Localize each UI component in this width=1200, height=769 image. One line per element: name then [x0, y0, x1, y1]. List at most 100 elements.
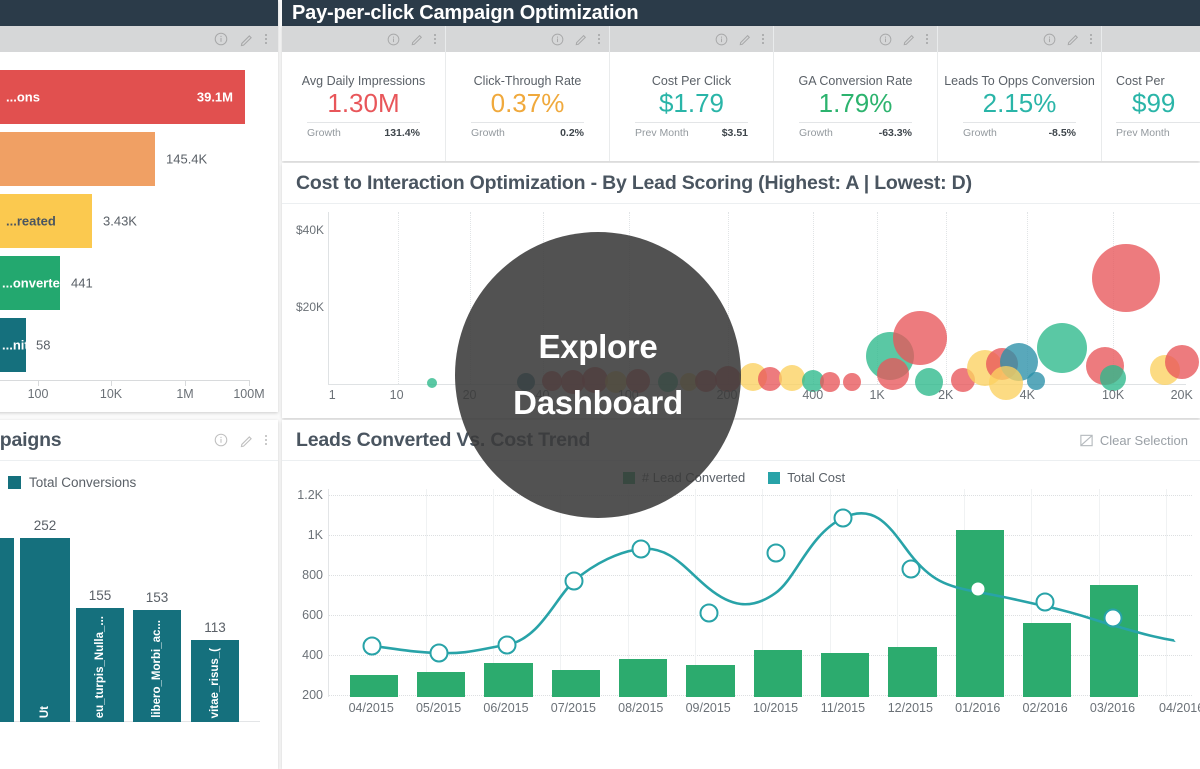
kpi-card-click-through-rate[interactable]: Click-Through Rate 0.37% Growth 0.2% — [446, 26, 610, 161]
pencil-icon[interactable] — [410, 32, 424, 46]
y-tick: 600 — [302, 608, 323, 622]
trend-chart-panel: Leads Converted Vs. Cost Trend Clear Sel… — [282, 420, 1200, 769]
x-tick: 1 — [328, 388, 336, 402]
info-icon[interactable] — [715, 33, 728, 46]
trend-panel-header: Leads Converted Vs. Cost Trend Clear Sel… — [282, 420, 1200, 461]
y-tick: 200 — [302, 688, 323, 702]
kpi-value: 0.37% — [490, 88, 565, 118]
kpi-label: Cost Per — [1116, 74, 1165, 88]
funnel-panel: ...ons 39.1M 145.4K ...reated 3.43K ...o… — [0, 0, 278, 412]
trend-point[interactable] — [497, 635, 517, 655]
kebab-menu-icon[interactable] — [1090, 34, 1092, 44]
legend-item-total-cost[interactable]: Total Cost — [768, 470, 845, 485]
x-tick: 11/2015 — [820, 701, 866, 715]
bubble-panel-header: Cost to Interaction Optimization - By Le… — [282, 163, 1200, 204]
kebab-menu-icon[interactable] — [598, 34, 600, 44]
trend-point[interactable] — [1035, 592, 1055, 612]
trend-point[interactable] — [699, 603, 719, 623]
kebab-menu-icon[interactable] — [265, 435, 267, 445]
kpi-card-leads-to-opps-conversion[interactable]: Leads To Opps Conversion 2.15% Growth -8… — [938, 26, 1102, 161]
bubble-point[interactable] — [1164, 345, 1199, 379]
kebab-menu-icon[interactable] — [434, 34, 436, 44]
campaigns-bar-label: libero_Morbi_ac... — [151, 620, 163, 718]
bubble-chart-panel: Cost to Interaction Optimization - By Le… — [282, 163, 1200, 418]
pencil-icon[interactable] — [239, 32, 254, 47]
dashboard-title-bar: Pay-per-click Campaign Optimization — [282, 0, 1200, 26]
kebab-menu-icon[interactable] — [926, 34, 928, 44]
trend-line-series — [370, 511, 1179, 655]
kpi-label: Avg Daily Impressions — [301, 74, 426, 88]
info-icon[interactable] — [214, 433, 228, 447]
funnel-bar-value: 3.43K — [103, 213, 137, 229]
trend-point[interactable] — [631, 539, 651, 559]
bubble-chart: $40K $20K 1 10 400 1K 2K 4K 10K 20K — [282, 212, 1200, 412]
trend-plot-area — [328, 489, 1192, 697]
kpi-card-avg-daily-impressions[interactable]: Avg Daily Impressions 1.30M Growth 131.4… — [282, 26, 446, 161]
campaigns-bar[interactable] — [20, 538, 70, 722]
campaigns-bar[interactable] — [0, 538, 14, 722]
campaigns-panel-title: ampaigns — [0, 428, 62, 451]
trend-point[interactable] — [901, 559, 921, 579]
funnel-row[interactable]: 145.4K — [0, 128, 278, 190]
kebab-menu-icon[interactable] — [265, 34, 267, 44]
funnel-row[interactable]: ...nity Won 58 — [0, 314, 278, 376]
kpi-card-toolbar — [1102, 26, 1200, 52]
pencil-icon[interactable] — [738, 32, 752, 46]
trend-point[interactable] — [362, 636, 382, 656]
bubble-point[interactable] — [893, 311, 948, 365]
trend-point-selected[interactable] — [1173, 630, 1187, 644]
x-tick: 20K — [1170, 388, 1193, 402]
clear-selection-icon — [1080, 434, 1093, 446]
kpi-label: Cost Per Click — [651, 74, 732, 88]
pencil-icon[interactable] — [574, 32, 588, 46]
info-icon[interactable] — [879, 33, 892, 46]
y-tick: $20K — [295, 300, 324, 314]
trend-x-axis: 04/2015 05/2015 06/2015 07/2015 08/2015 … — [328, 701, 1200, 723]
kpi-card-cost-per-click[interactable]: Cost Per Click $1.79 Prev Month $3.51 — [610, 26, 774, 161]
x-tick: 04/2015 — [348, 701, 394, 715]
info-icon[interactable] — [214, 32, 228, 46]
pencil-icon[interactable] — [239, 433, 254, 448]
pencil-icon[interactable] — [902, 32, 916, 46]
x-tick: 400 — [802, 388, 824, 402]
bubble-point[interactable] — [1092, 244, 1160, 312]
bubble-point[interactable] — [1036, 323, 1087, 373]
pencil-icon[interactable] — [1066, 32, 1080, 46]
kpi-foot-value: -63.3% — [878, 127, 912, 139]
bubble-point[interactable] — [876, 358, 909, 390]
trend-point[interactable] — [766, 543, 786, 563]
kpi-card-toolbar — [282, 26, 445, 52]
legend-swatch-total-cost — [768, 471, 781, 484]
funnel-row[interactable]: ...reated 3.43K — [0, 190, 278, 252]
funnel-row[interactable]: ...onverted 441 — [0, 252, 278, 314]
kebab-menu-icon[interactable] — [762, 34, 764, 44]
campaigns-bar-value: 155 — [88, 588, 112, 603]
explore-dashboard-button[interactable]: Explore Dashboard — [455, 232, 741, 518]
dashboard-preview: ...ons 39.1M 145.4K ...reated 3.43K ...o… — [0, 0, 1200, 769]
x-tick: 10K — [99, 387, 123, 401]
x-tick: 08/2015 — [618, 701, 664, 715]
trend-point[interactable] — [833, 508, 853, 528]
clear-selection-button[interactable]: Clear Selection — [1079, 433, 1200, 448]
kpi-card-ga-conversion-rate[interactable]: GA Conversion Rate 1.79% Growth -63.3% — [774, 26, 938, 161]
info-icon[interactable] — [551, 33, 564, 46]
trend-point[interactable] — [429, 643, 449, 663]
funnel-row[interactable]: ...ons 39.1M — [0, 66, 278, 128]
kpi-foot-label: Growth — [799, 127, 833, 139]
info-icon[interactable] — [387, 33, 400, 46]
trend-point[interactable] — [564, 571, 584, 591]
info-icon[interactable] — [1043, 33, 1056, 46]
trend-point[interactable] — [1103, 608, 1123, 628]
funnel-bar-value: 39.1M — [196, 89, 233, 105]
kpi-card-cost-per-truncated[interactable]: Cost Per $99 Prev Month — [1102, 26, 1200, 161]
trend-point-selected[interactable] — [971, 582, 985, 596]
kpi-card-toolbar — [774, 26, 937, 52]
y-tick: 400 — [302, 648, 323, 662]
campaigns-bar-label: vitae_risus_( — [209, 647, 221, 718]
y-tick: 1K — [307, 528, 323, 542]
bubble-point[interactable] — [426, 378, 437, 388]
kpi-label: Click-Through Rate — [473, 74, 582, 88]
campaigns-legend: Total Conversions — [0, 461, 278, 490]
kpi-foot-value: -8.5% — [1048, 127, 1076, 139]
x-tick: 12/2015 — [887, 701, 933, 715]
